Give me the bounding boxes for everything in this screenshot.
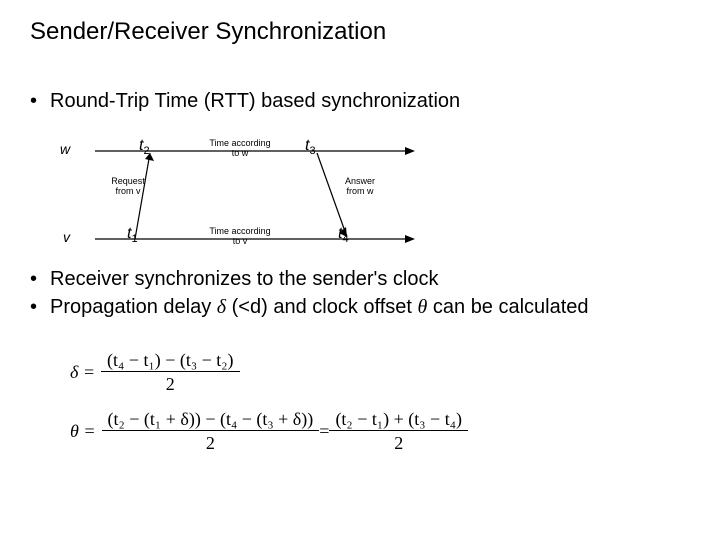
bullet-3-post: can be calculated xyxy=(427,296,588,318)
node-v-label: v xyxy=(63,229,70,245)
request-label: Request from v xyxy=(103,177,153,197)
bullet-1: •Round-Trip Time (RTT) based synchroniza… xyxy=(30,90,460,113)
bullet-2-text: Receiver synchronizes to the sender's cl… xyxy=(50,268,438,290)
node-w-label: w xyxy=(60,141,70,157)
theta-equals: = xyxy=(319,421,329,442)
theta-lhs: θ = xyxy=(70,421,96,442)
bullet-3: •Propagation delay δ (<d) and clock offs… xyxy=(30,296,589,319)
delta-symbol: δ xyxy=(217,296,226,318)
theta-numerator-2: (t₂ − t₁) + (t₃ − t₄) xyxy=(329,409,468,431)
equations-block: δ = (t₄ − t₁) − (t₃ − t₂) 2 θ = (t₂ − (t… xyxy=(70,350,468,468)
theta-numerator-1: (t₂ − (t₁ + δ)) − (t₄ − (t₃ + δ)) xyxy=(102,409,320,431)
theta-symbol: θ xyxy=(418,296,428,318)
slide-title: Sender/Receiver Synchronization xyxy=(30,18,386,46)
theta-denominator-2: 2 xyxy=(329,431,468,454)
delta-numerator: (t₄ − t₁) − (t₃ − t₂) xyxy=(101,350,240,372)
delta-lhs: δ = xyxy=(70,362,95,383)
theta-denominator-1: 2 xyxy=(102,431,320,454)
rtt-diagram: w v t2 t3 t1 t4 Time according to w Time… xyxy=(65,135,445,255)
delta-denominator: 2 xyxy=(101,372,240,395)
bullet-3-pre: Propagation delay xyxy=(50,296,217,318)
bullet-1-text: Round-Trip Time (RTT) based synchronizat… xyxy=(50,90,460,112)
delta-equation: δ = (t₄ − t₁) − (t₃ − t₂) 2 xyxy=(70,350,468,395)
bullet-3-mid: (<d) and clock offset xyxy=(226,296,417,318)
answer-label: Answer from w xyxy=(335,177,385,197)
theta-equation: θ = (t₂ − (t₁ + δ)) − (t₄ − (t₃ + δ)) 2 … xyxy=(70,409,468,454)
bullet-2: •Receiver synchronizes to the sender's c… xyxy=(30,268,438,291)
